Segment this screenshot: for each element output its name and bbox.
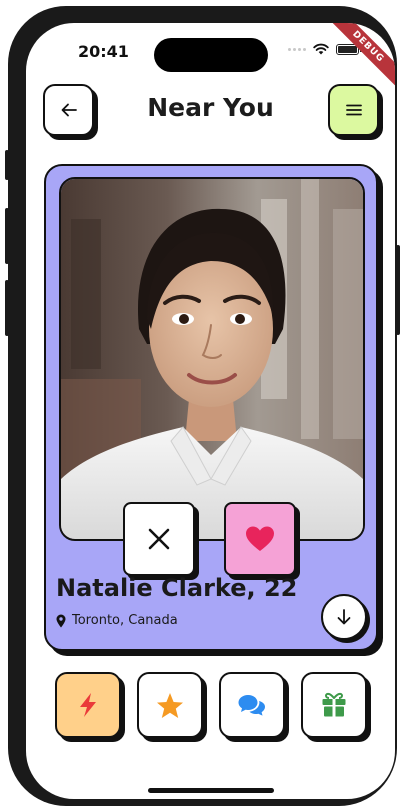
- home-indicator[interactable]: [148, 788, 274, 793]
- chat-icon: [238, 695, 265, 716]
- dislike-button[interactable]: [123, 502, 195, 576]
- star-icon: [157, 692, 183, 718]
- like-button[interactable]: [224, 502, 296, 576]
- bolt-icon: [80, 693, 96, 717]
- messages-button[interactable]: [219, 672, 285, 738]
- heart-icon: [246, 526, 274, 551]
- app-screen: 20:41 DEBUG Near You Natalie Clarke, 22 …: [26, 23, 395, 799]
- signal-icon: [288, 47, 306, 51]
- portrait-image: [61, 179, 363, 539]
- close-icon: [148, 528, 170, 550]
- profile-photo: [59, 177, 365, 541]
- wifi-icon: [313, 43, 329, 55]
- phone-frame: 20:41 DEBUG Near You Natalie Clarke, 22 …: [8, 6, 397, 806]
- arrow-down-icon: [337, 609, 351, 625]
- debug-banner: DEBUG: [323, 23, 395, 92]
- dynamic-island: [154, 38, 268, 72]
- gift-icon: [322, 692, 346, 717]
- profile-card[interactable]: Natalie Clarke, 22 Toronto, Canada: [44, 164, 378, 651]
- location-text: Toronto, Canada: [72, 613, 178, 628]
- favorite-button[interactable]: [137, 672, 203, 738]
- boost-button[interactable]: [55, 672, 121, 738]
- menu-button[interactable]: [328, 84, 379, 136]
- profile-location: Toronto, Canada: [56, 613, 178, 628]
- more-info-button[interactable]: [321, 594, 367, 640]
- map-pin-icon: [56, 614, 66, 627]
- status-time: 20:41: [78, 42, 129, 61]
- menu-icon: [345, 104, 362, 116]
- gifts-button[interactable]: [301, 672, 367, 738]
- status-icons: [288, 43, 362, 55]
- profile-name: Natalie Clarke, 22: [56, 574, 298, 602]
